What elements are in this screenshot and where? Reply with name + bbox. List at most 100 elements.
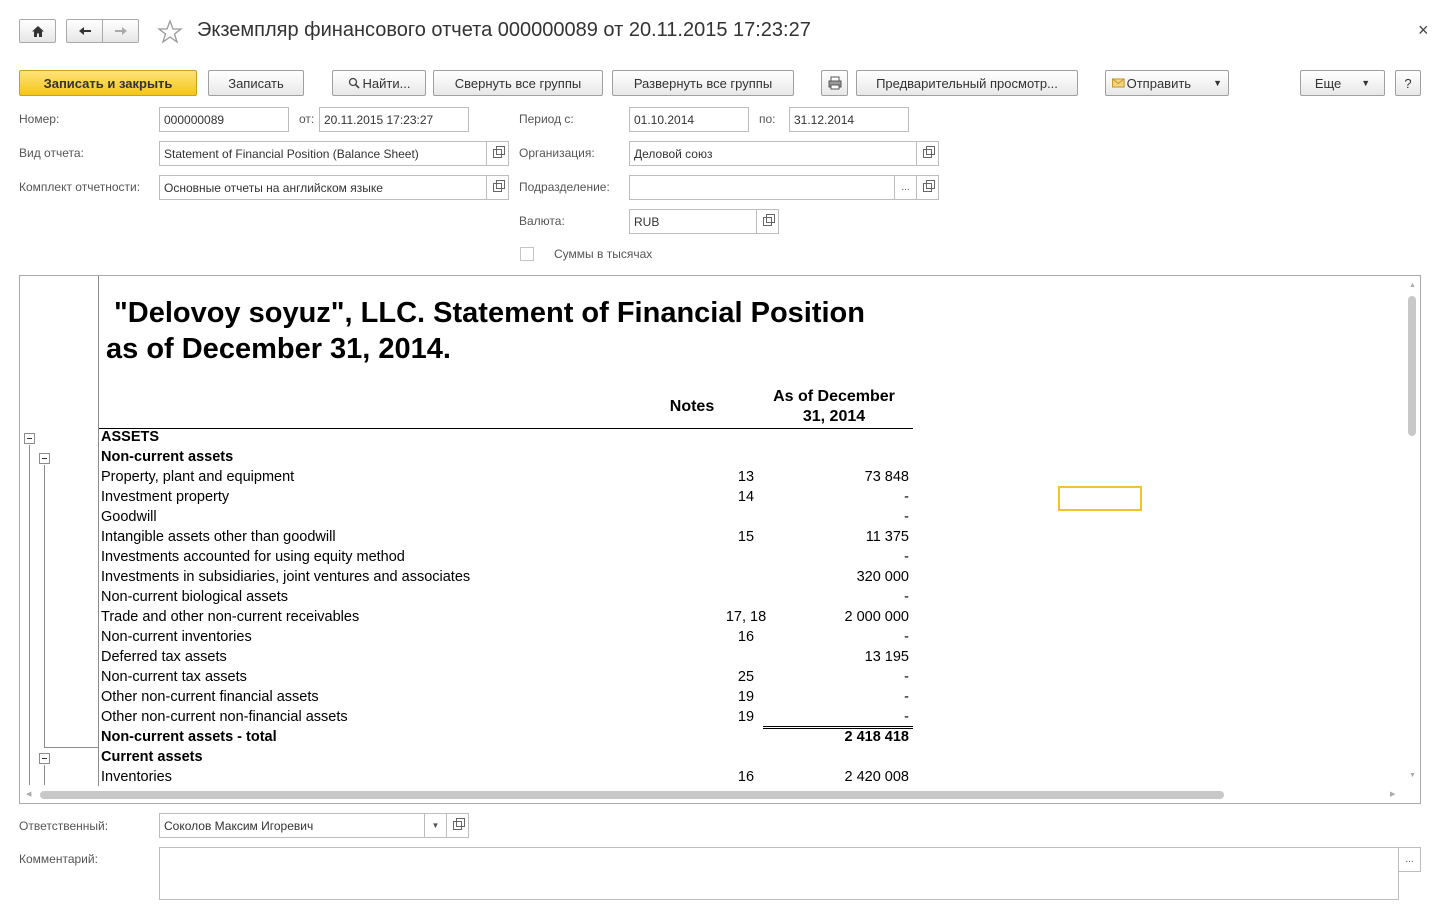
scroll-left-icon[interactable]: ◀ xyxy=(26,790,31,798)
table-row[interactable]: Property, plant and equipment 13 73 848 xyxy=(101,468,913,488)
close-icon[interactable]: × xyxy=(1418,20,1429,41)
row-value: 73 848 xyxy=(864,469,909,485)
preview-button[interactable]: Предварительный просмотр... xyxy=(856,70,1078,96)
table-row[interactable]: Other non-current financial assets 19- xyxy=(101,688,913,708)
row-label: Non-current biological assets xyxy=(101,589,288,605)
arrow-right-icon xyxy=(114,27,127,35)
save-and-close-button[interactable]: Записать и закрыть xyxy=(19,70,197,96)
responsible-field[interactable]: Соколов Максим Игоревич xyxy=(159,813,425,838)
row-label: Investment property xyxy=(101,489,230,505)
table-row[interactable]: Current assets xyxy=(101,748,913,768)
print-button[interactable] xyxy=(821,70,848,96)
row-value: - xyxy=(904,549,909,565)
expand-all-label: Развернуть все группы xyxy=(633,75,773,91)
scroll-up-icon[interactable]: ▲ xyxy=(1409,282,1416,289)
division-open-button[interactable] xyxy=(917,175,939,200)
organization-field[interactable]: Деловой союз xyxy=(629,141,917,166)
row-value: - xyxy=(904,629,909,645)
responsible-dropdown-button[interactable]: ▼ xyxy=(425,813,447,838)
forward-button[interactable] xyxy=(102,19,139,43)
table-row[interactable]: Investment property 14- xyxy=(101,488,913,508)
reporting-set-field[interactable]: Основные отчеты на английском языке xyxy=(159,175,487,200)
collapse-all-button[interactable]: Свернуть все группы xyxy=(433,70,603,96)
currency-field[interactable]: RUB xyxy=(629,209,757,234)
organization-label: Организация: xyxy=(519,146,595,160)
open-icon xyxy=(493,180,505,192)
number-field[interactable]: 000000089 xyxy=(159,107,289,132)
vertical-scrollbar[interactable] xyxy=(1408,296,1416,436)
send-button[interactable]: Отправить ▼ xyxy=(1105,70,1229,96)
selected-cell[interactable] xyxy=(1058,486,1142,511)
row-value: 2 420 008 xyxy=(844,769,909,785)
help-button[interactable]: ? xyxy=(1395,70,1421,96)
table-row[interactable]: Trade and other non-current receivables 1… xyxy=(101,608,913,628)
scroll-down-icon[interactable]: ▼ xyxy=(1409,772,1416,779)
row-label: Non-current assets - total xyxy=(101,729,277,745)
comment-field[interactable] xyxy=(159,847,1399,900)
period-from-label: Период с: xyxy=(519,112,574,126)
collapse-current-toggle[interactable] xyxy=(39,753,50,764)
division-select-button[interactable]: ... xyxy=(895,175,917,200)
back-button[interactable] xyxy=(66,19,103,43)
horizontal-scrollbar[interactable] xyxy=(40,791,1224,799)
row-value: - xyxy=(904,689,909,705)
report-type-open-button[interactable] xyxy=(487,141,509,166)
home-button[interactable] xyxy=(19,19,56,43)
table-row[interactable]: Investments in subsidiaries, joint ventu… xyxy=(101,568,913,588)
row-label: Deferred tax assets xyxy=(101,649,227,665)
collapse-all-label: Свернуть все группы xyxy=(454,75,582,91)
table-row[interactable]: Deferred tax assets 13 195 xyxy=(101,648,913,668)
comment-expand-button[interactable]: ... xyxy=(1399,847,1421,872)
report-type-label: Вид отчета: xyxy=(19,146,84,160)
row-label: Trade and other non-current receivables xyxy=(101,609,360,625)
row-label: Other non-current financial assets xyxy=(101,689,319,705)
table-row[interactable]: Non-current assets - total 2 418 418 xyxy=(101,728,913,748)
currency-open-button[interactable] xyxy=(757,209,779,234)
row-label: Intangible assets other than goodwill xyxy=(101,529,336,545)
table-row[interactable]: Inventories 16 2 420 008 xyxy=(101,768,913,788)
row-label: Current assets xyxy=(101,749,203,765)
reporting-set-label: Комплект отчетности: xyxy=(19,180,141,194)
tree-line-outer xyxy=(29,445,30,785)
collapse-noncurrent-toggle[interactable] xyxy=(39,453,50,464)
tree-line-end xyxy=(44,747,98,748)
division-field[interactable] xyxy=(629,175,895,200)
organization-open-button[interactable] xyxy=(917,141,939,166)
thousands-checkbox[interactable] xyxy=(520,247,534,261)
row-value: 13 195 xyxy=(864,649,909,665)
table-row[interactable]: Intangible assets other than goodwill 15 1… xyxy=(101,528,913,548)
table-row[interactable]: ASSETS xyxy=(101,428,913,448)
comment-label: Комментарий: xyxy=(19,852,98,866)
favorite-button[interactable] xyxy=(157,19,183,45)
chevron-down-icon: ▼ xyxy=(431,821,440,830)
table-row[interactable]: Non-current tax assets 25- xyxy=(101,668,913,688)
save-button[interactable]: Записать xyxy=(208,70,304,96)
help-label: ? xyxy=(1404,75,1412,91)
period-from-field[interactable]: 01.10.2014 xyxy=(629,107,749,132)
table-row[interactable]: Other non-current non-financial assets 19… xyxy=(101,708,913,728)
report-spreadsheet[interactable]: "Delovoy soyuz", LLC. Statement of Finan… xyxy=(19,275,1421,804)
expand-all-button[interactable]: Развернуть все группы xyxy=(612,70,794,96)
find-label: Найти... xyxy=(362,75,411,91)
from-date-field[interactable]: 20.11.2015 17:23:27 xyxy=(319,107,469,132)
scroll-right-icon[interactable]: ▶ xyxy=(1390,790,1395,798)
table-row[interactable]: Goodwill - xyxy=(101,508,913,528)
row-label: Investments accounted for using equity m… xyxy=(101,549,405,565)
tree-line-current xyxy=(44,765,45,785)
report-title-line1: "Delovoy soyuz", LLC. Statement of Finan… xyxy=(114,297,865,329)
table-row[interactable]: Non-current biological assets - xyxy=(101,588,913,608)
responsible-open-button[interactable] xyxy=(447,813,469,838)
table-row[interactable]: Non-current assets xyxy=(101,448,913,468)
period-to-field[interactable]: 31.12.2014 xyxy=(789,107,909,132)
find-button[interactable]: Найти... xyxy=(332,70,426,96)
row-label: Other non-current non-financial assets xyxy=(101,709,348,725)
more-button[interactable]: Еще ▼ xyxy=(1300,70,1385,96)
collapse-assets-toggle[interactable] xyxy=(24,433,35,444)
preview-label: Предварительный просмотр... xyxy=(876,75,1058,91)
table-row[interactable]: Non-current inventories 16- xyxy=(101,628,913,648)
reporting-set-open-button[interactable] xyxy=(487,175,509,200)
row-value: - xyxy=(904,669,909,685)
table-row[interactable]: Investments accounted for using equity m… xyxy=(101,548,913,568)
report-type-field[interactable]: Statement of Financial Position (Balance… xyxy=(159,141,487,166)
row-value: - xyxy=(904,589,909,605)
